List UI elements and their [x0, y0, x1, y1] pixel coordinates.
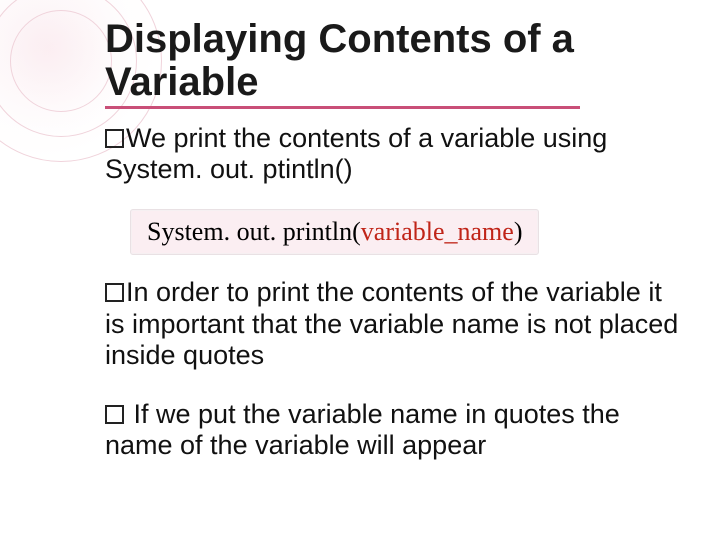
bullet-2-rest: order to print the contents of the varia…: [105, 277, 678, 369]
code-box: System. out. println(variable_name): [130, 209, 539, 255]
checkbox-icon: [105, 129, 124, 148]
checkbox-icon: [105, 283, 124, 302]
slide-title: Displaying Contents of a Variable: [105, 18, 680, 104]
bullet-1-rest: print the contents of a variable using S…: [105, 123, 607, 184]
bullet-1-lead: We: [126, 123, 166, 153]
code-prefix: System. out. println(: [147, 217, 361, 246]
bullet-2: In order to print the contents of the va…: [105, 277, 680, 370]
title-underline: [105, 106, 580, 109]
code-variable: variable_name: [361, 217, 514, 246]
bullet-3-lead: If: [126, 399, 149, 429]
bullet-2-lead: In: [126, 277, 149, 307]
code-suffix: ): [514, 217, 523, 246]
bullet-3-rest: we put the variable name in quotes the n…: [105, 399, 620, 460]
bullet-1: We print the contents of a variable usin…: [105, 123, 680, 185]
bullet-3: If we put the variable name in quotes th…: [105, 399, 680, 461]
checkbox-icon: [105, 405, 124, 424]
slide: Displaying Contents of a Variable We pri…: [0, 0, 720, 540]
